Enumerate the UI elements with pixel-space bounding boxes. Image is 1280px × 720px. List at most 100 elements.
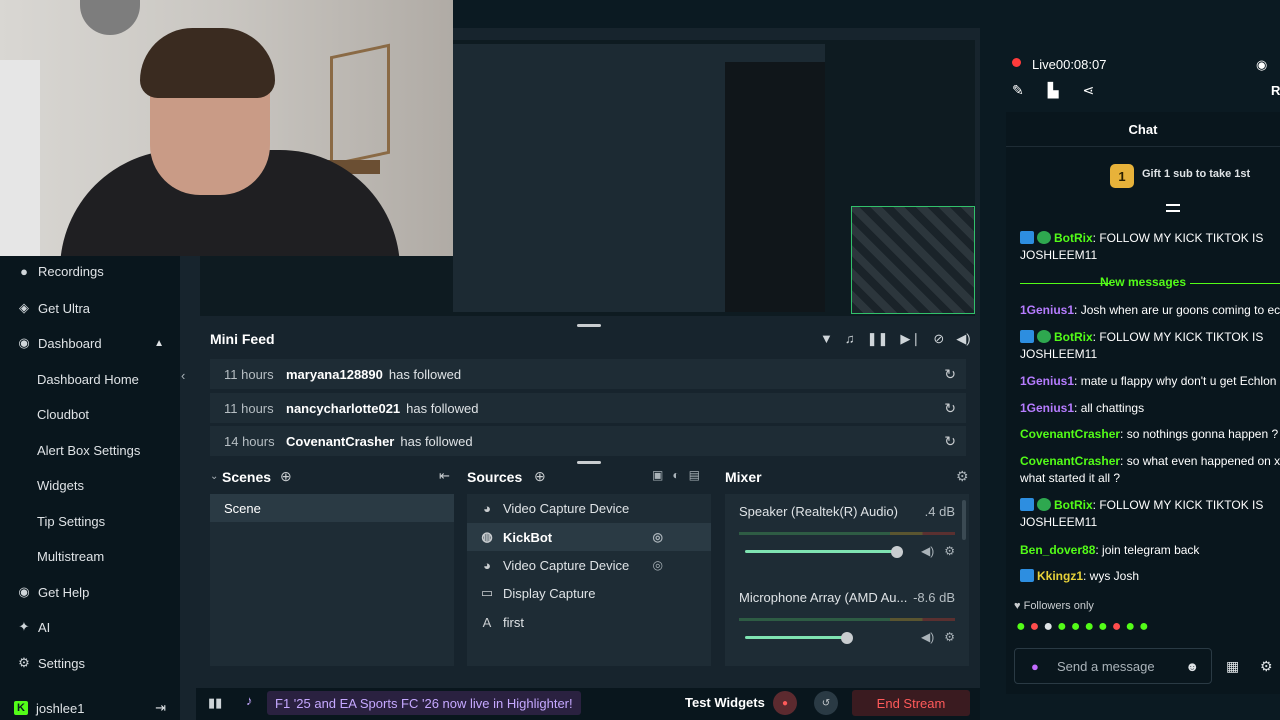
filter-icon[interactable]: ▼ [820,331,833,347]
promo-banner[interactable]: F1 '25 and EA Sports FC '26 now live in … [267,691,581,715]
sidebar-item-recordings[interactable]: ● Recordings [0,256,180,286]
music-icon[interactable]: ♫ [845,331,855,347]
new-messages-divider: New messages [1006,275,1280,293]
source-item[interactable]: ◕ Video Capture Device ◎ [467,551,711,579]
sidebar-item-dashboard-home[interactable]: Dashboard Home [0,364,180,394]
replay-icon[interactable]: ↻ [944,433,956,450]
ai-source-icon[interactable]: ◐ [672,468,679,482]
logout-icon[interactable]: ⇥ [155,700,166,716]
sidebar-item-alert-box-settings[interactable]: Alert Box Settings [0,435,180,465]
microphone-icon[interactable]: ● [1031,659,1039,674]
chat-username[interactable]: 1Genius1 [1020,374,1074,388]
mixer-settings-icon[interactable]: ⚙ [956,468,969,485]
chat-username[interactable]: BotRix [1054,231,1093,245]
emoji-icon[interactable]: ☻ [1185,659,1199,674]
feed-time: 11 hours [224,366,274,382]
volume-slider-thumb[interactable] [891,546,903,558]
emote-icon[interactable]: ● [1139,618,1153,635]
sidebar-item-dashboard[interactable]: ◉ Dashboard ▲ [0,328,180,358]
kick-logo-icon: K [14,701,28,715]
replay-icon[interactable]: ↻ [944,400,956,417]
chat-username[interactable]: Ben_dover88 [1020,543,1095,557]
emote-icon[interactable]: ● [1043,618,1057,635]
chat-username[interactable]: 1Genius1 [1020,303,1074,317]
volume-icon[interactable]: ◀) [956,331,970,347]
volume-slider[interactable] [745,636,847,639]
source-item[interactable]: ▭ Display Capture [467,579,711,607]
sidebar-item-multistream[interactable]: Multistream [0,541,180,571]
sidebar-item-cloudbot[interactable]: Cloudbot [0,399,180,429]
gear-icon[interactable]: ⚙ [944,544,955,558]
recordings-icon: ● [20,263,28,279]
emote-icon[interactable]: ● [1125,618,1139,635]
chat-username[interactable]: Kkingz1 [1037,569,1083,583]
user-profile[interactable]: K joshlee1 ⇥ [0,696,180,720]
scene-transition-icon[interactable]: ⇤ [439,468,450,484]
sidebar-item-get-help[interactable]: ◉ Get Help [0,577,180,607]
source-item[interactable]: ◍ KickBot ◎ [467,523,711,551]
pause-icon[interactable]: ❚❚ [867,331,889,347]
sidebar-item-get-ultra[interactable]: ◈ Get Ultra [0,293,180,323]
sidebar-item-ai[interactable]: ✦ AI [0,612,180,642]
drag-handle[interactable] [577,461,601,464]
chevron-up-icon[interactable]: ▲ [154,338,164,349]
hidden-eye-icon[interactable]: ◎ [653,558,663,572]
folder-icon[interactable]: ▤ [689,468,700,482]
replay-icon[interactable]: ↻ [944,366,956,383]
mixer-scrollbar[interactable] [962,500,966,540]
channel-controls: ◀) ⚙ [921,630,955,644]
chat-username[interactable]: CovenantCrasher [1020,427,1120,441]
sidebar-item-settings[interactable]: ⚙ Settings [0,648,180,678]
add-scene-icon[interactable]: ⊕ [280,468,292,485]
layers-icon[interactable]: ▣ [652,468,663,482]
chat-username[interactable]: 1Genius1 [1020,401,1074,415]
speaker-icon[interactable]: ◀) [921,630,934,644]
speaker-icon[interactable]: ◀) [921,544,934,558]
emote-bar[interactable]: ●●●●●●●●●● [1016,618,1153,636]
sidebar-item-tip-settings[interactable]: Tip Settings [0,506,180,536]
collapse-sidebar-icon[interactable]: ‹ [181,368,185,383]
volume-slider[interactable] [745,550,897,553]
chat-username[interactable]: BotRix [1054,498,1093,512]
emote-icon[interactable]: ● [1071,618,1085,635]
source-item[interactable]: A first [467,608,711,636]
emote-icon[interactable]: ● [1030,618,1044,635]
share-icon[interactable]: ⋖ [1083,82,1095,99]
scene-item[interactable]: Scene [210,494,454,522]
clip-icon[interactable]: ▙ [1048,82,1059,99]
gift-leaderboard-text[interactable]: Gift 1 sub to take 1st [1142,168,1250,180]
store-icon[interactable]: ▦ [1226,658,1239,675]
feed-row: 11 hours maryana128890 has followed ↻ [210,359,966,389]
chat-input[interactable]: ● Send a message ☻ [1014,648,1212,684]
chat-username[interactable]: BotRix [1054,330,1093,344]
emote-icon[interactable]: ● [1016,618,1030,635]
chat-settings-icon[interactable]: ⚙ [1260,658,1273,675]
chevron-down-icon[interactable]: ⌄ [210,471,218,482]
drag-handle[interactable] [577,324,601,327]
emote-icon[interactable]: ● [1084,618,1098,635]
sidebar-item-widgets[interactable]: Widgets [0,470,180,500]
mute-alerts-icon[interactable]: ⊘ [933,331,944,347]
record-button[interactable]: ● [773,691,797,715]
gear-icon[interactable]: ⚙ [944,630,955,644]
source-item[interactable]: ◕ Video Capture Device [467,494,711,522]
stats-icon[interactable]: ▮▮ [208,695,222,711]
edit-icon[interactable]: ✎ [1012,82,1024,99]
test-widgets-button[interactable]: Test Widgets [685,695,765,710]
end-stream-button[interactable]: End Stream [852,690,970,716]
hidden-eye-icon[interactable]: ◎ [653,530,663,544]
notification-bell-icon[interactable]: ♪ [246,693,253,708]
preview-placeholder [851,206,975,314]
skip-icon[interactable]: ▶❘ [900,331,921,347]
emote-icon[interactable]: ● [1112,618,1126,635]
pinned-menu-icon[interactable] [1166,204,1180,212]
emote-icon[interactable]: ● [1057,618,1071,635]
emote-icon[interactable]: ● [1098,618,1112,635]
chat-message: Ben_dover88: join telegram back [1020,542,1280,559]
chat-username[interactable]: CovenantCrasher [1020,454,1120,468]
chat-message: BotRix: FOLLOW MY KICK TIKTOK IS JOSHLEE… [1020,329,1280,363]
add-source-icon[interactable]: ⊕ [534,468,546,485]
top-bar [453,0,1280,28]
volume-slider-thumb[interactable] [841,632,853,644]
replay-buffer-button[interactable]: ↺ [814,691,838,715]
